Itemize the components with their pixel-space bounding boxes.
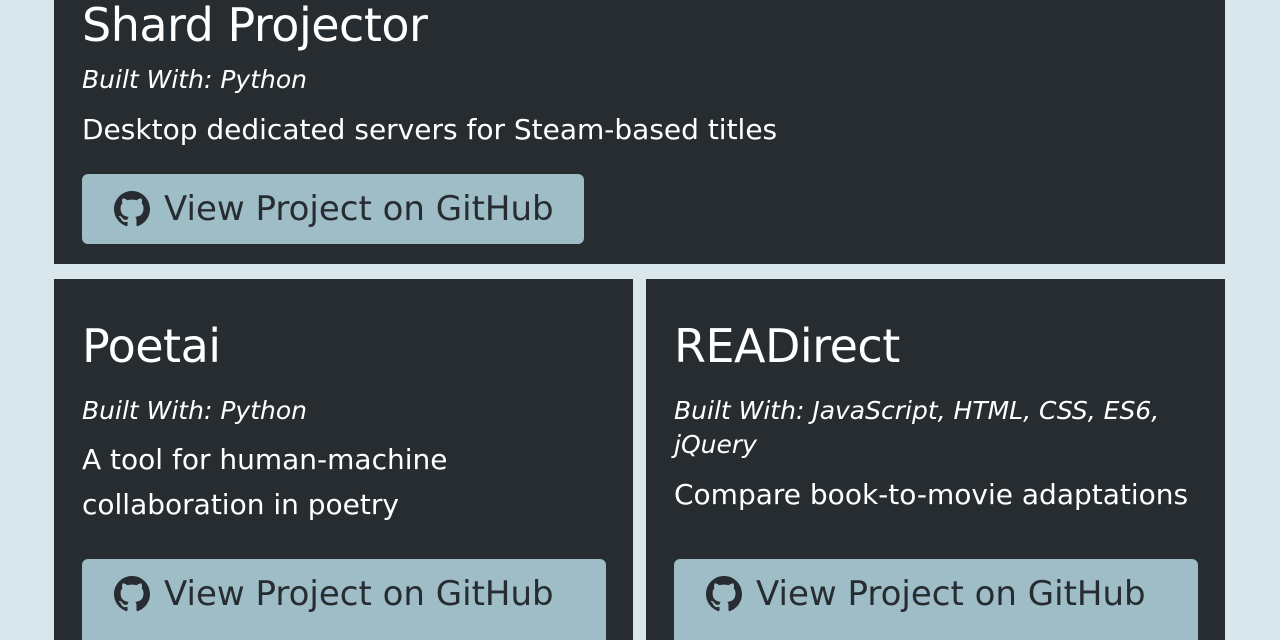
github-icon (706, 576, 742, 612)
project-card-shard-projector: Shard Projector Built With: Python Deskt… (54, 0, 1225, 264)
project-description: Compare book-to-movie adaptations (674, 478, 1189, 511)
project-description: A tool for human-machine collaboration i… (82, 443, 448, 521)
project-title: Shard Projector (82, 0, 428, 52)
github-icon (114, 576, 150, 612)
project-card-readirect: READirect Built With: JavaScript, HTML, … (646, 279, 1225, 640)
view-project-github-button[interactable]: View Project on GitHub (82, 174, 584, 244)
project-title: Poetai (82, 319, 221, 373)
view-project-github-button[interactable]: View Project on GitHub (674, 559, 1198, 640)
button-label: View Project on GitHub (756, 574, 1146, 614)
view-project-github-button[interactable]: View Project on GitHub (82, 559, 606, 640)
project-built-with: Built With: JavaScript, HTML, CSS, ES6, … (674, 396, 1160, 459)
github-icon (114, 191, 150, 227)
project-description: Desktop dedicated servers for Steam-base… (82, 113, 778, 146)
project-built-with: Built With: Python (82, 65, 307, 94)
button-label: View Project on GitHub (164, 189, 554, 229)
project-title: READirect (674, 319, 900, 373)
project-built-with: Built With: Python (82, 396, 307, 425)
projects-page: Shard Projector Built With: Python Deskt… (0, 0, 1280, 640)
project-card-poetai: Poetai Built With: Python A tool for hum… (54, 279, 633, 640)
button-label: View Project on GitHub (164, 574, 554, 614)
